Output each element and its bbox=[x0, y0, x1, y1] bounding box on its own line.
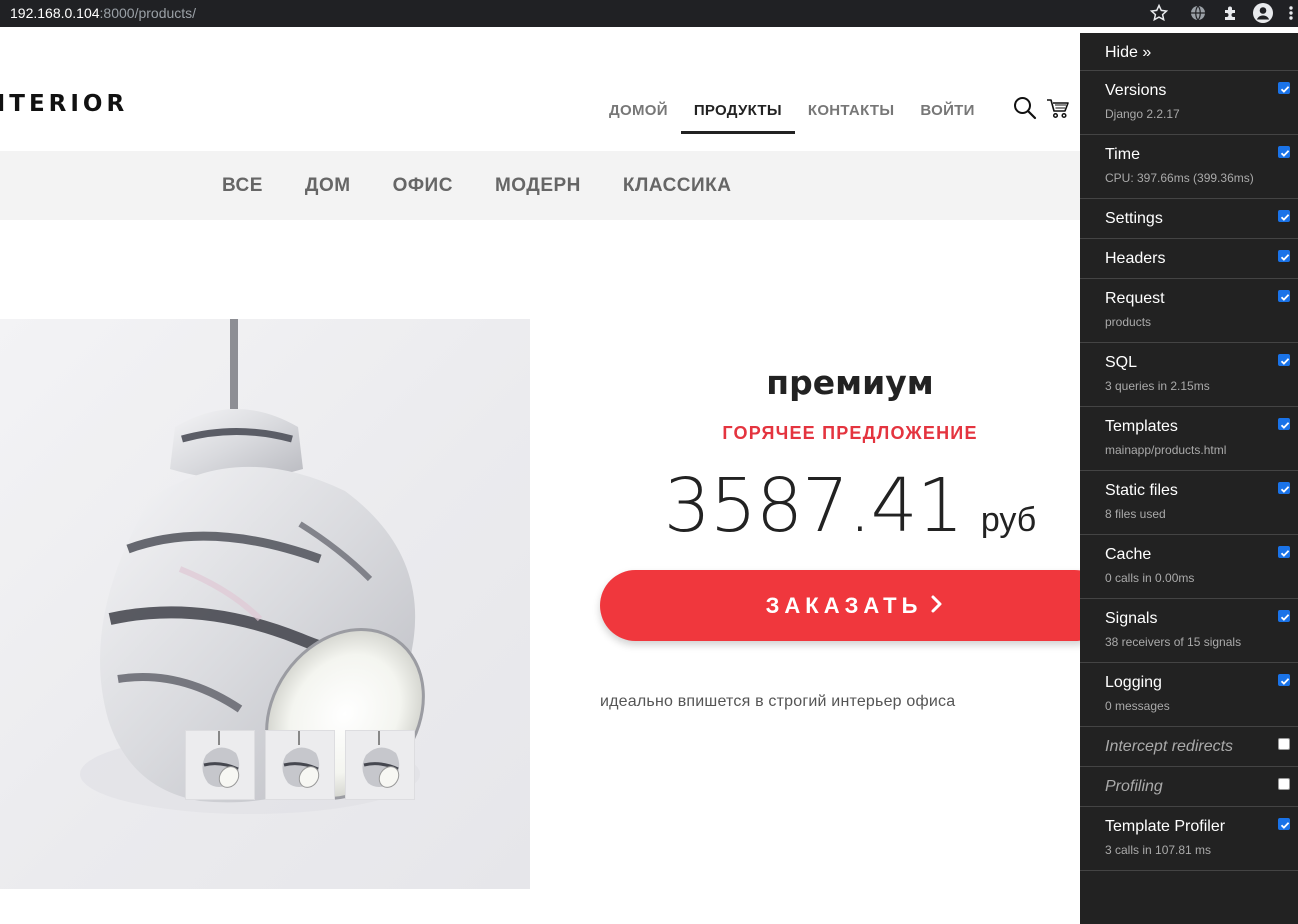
puzzle-extension-icon[interactable] bbox=[1221, 3, 1241, 23]
panel-name: Intercept redirects bbox=[1105, 738, 1234, 755]
category-bar: ВСЕ ДОМ ОФИС МОДЕРН КЛАССИКА bbox=[0, 151, 1080, 220]
panel-toggle-checkbox[interactable] bbox=[1278, 146, 1290, 158]
cart-icon[interactable] bbox=[1045, 95, 1071, 121]
panel-settings[interactable]: Settings bbox=[1080, 199, 1298, 239]
account-icon[interactable] bbox=[1252, 2, 1274, 24]
product-image bbox=[0, 319, 530, 889]
panel-subtitle: 8 files used bbox=[1105, 507, 1166, 521]
panel-toggle-checkbox[interactable] bbox=[1278, 818, 1290, 830]
panel-subtitle: products bbox=[1105, 315, 1152, 329]
panel-name: Signals bbox=[1105, 610, 1158, 627]
product-thumbnail-3[interactable] bbox=[345, 730, 415, 800]
panel-name: Cache bbox=[1105, 546, 1152, 563]
panel-subtitle: CPU: 397.66ms (399.36ms) bbox=[1105, 171, 1254, 185]
chevron-right-icon bbox=[930, 590, 944, 621]
panel-static-files[interactable]: Static files 8 files used bbox=[1080, 471, 1298, 535]
panel-toggle-checkbox[interactable] bbox=[1278, 610, 1290, 622]
more-vert-icon[interactable] bbox=[1286, 3, 1296, 23]
panel-signals[interactable]: Signals 38 receivers of 15 signals bbox=[1080, 599, 1298, 663]
lamp-illustration bbox=[80, 319, 425, 814]
panel-logging[interactable]: Logging 0 messages bbox=[1080, 663, 1298, 727]
url-path: :8000/products/ bbox=[99, 5, 197, 21]
panel-name: Request bbox=[1105, 290, 1165, 307]
price-currency: руб bbox=[980, 501, 1037, 539]
panel-request[interactable]: Request products bbox=[1080, 279, 1298, 343]
panel-toggle-checkbox[interactable] bbox=[1278, 778, 1290, 790]
panel-templates[interactable]: Templates mainapp/products.html bbox=[1080, 407, 1298, 471]
panel-name: Templates bbox=[1105, 418, 1178, 435]
panel-toggle-checkbox[interactable] bbox=[1278, 738, 1290, 750]
panel-name: Settings bbox=[1105, 210, 1163, 227]
category-home[interactable]: ДОМ bbox=[284, 175, 372, 197]
url-field[interactable]: 192.168.0.104:8000/products/ bbox=[10, 5, 196, 21]
panel-toggle-checkbox[interactable] bbox=[1278, 82, 1290, 94]
url-host: 192.168.0.104 bbox=[10, 5, 100, 21]
panel-subtitle: 3 queries in 2.15ms bbox=[1105, 379, 1210, 393]
panel-subtitle: 38 receivers of 15 signals bbox=[1105, 635, 1242, 649]
globe-icon[interactable] bbox=[1188, 3, 1208, 23]
panel-toggle-checkbox[interactable] bbox=[1278, 290, 1290, 302]
product-thumbnail-1[interactable] bbox=[185, 730, 255, 800]
site-logo[interactable]: NTERIOR bbox=[0, 91, 128, 117]
category-modern[interactable]: МОДЕРН bbox=[474, 175, 602, 197]
price-value: 3587.41 bbox=[663, 463, 964, 549]
product-thumbnail-2[interactable] bbox=[265, 730, 335, 800]
panel-name: Versions bbox=[1105, 82, 1167, 99]
category-classic[interactable]: КЛАССИКА bbox=[602, 175, 753, 197]
panel-headers[interactable]: Headers bbox=[1080, 239, 1298, 279]
category-all[interactable]: ВСЕ bbox=[201, 175, 284, 197]
panel-time[interactable]: Time CPU: 397.66ms (399.36ms) bbox=[1080, 135, 1298, 199]
product-price: 3587.41 руб bbox=[600, 463, 1080, 549]
search-icon[interactable] bbox=[1012, 95, 1038, 121]
panel-toggle-checkbox[interactable] bbox=[1278, 418, 1290, 430]
main-nav: ДОМОЙ ПРОДУКТЫ КОНТАКТЫ ВОЙТИ bbox=[596, 93, 988, 134]
product-title: премиум bbox=[766, 363, 934, 402]
debug-toolbar: Hide » Versions Django 2.2.17 Time CPU: … bbox=[1080, 33, 1298, 924]
nav-contacts[interactable]: КОНТАКТЫ bbox=[795, 93, 907, 134]
order-button-label: ЗАКАЗАТЬ bbox=[765, 592, 923, 618]
panel-name: Static files bbox=[1105, 482, 1178, 499]
panel-versions[interactable]: Versions Django 2.2.17 bbox=[1080, 71, 1298, 135]
site-page: NTERIOR ДОМОЙ ПРОДУКТЫ КОНТАКТЫ ВОЙТИ ВС… bbox=[0, 33, 1080, 924]
nav-login[interactable]: ВОЙТИ bbox=[907, 93, 987, 134]
panel-toggle-checkbox[interactable] bbox=[1278, 250, 1290, 262]
panel-toggle-checkbox[interactable] bbox=[1278, 546, 1290, 558]
panel-subtitle: Django 2.2.17 bbox=[1105, 107, 1180, 121]
nav-home[interactable]: ДОМОЙ bbox=[596, 93, 681, 134]
panel-subtitle: 3 calls in 107.81 ms bbox=[1105, 843, 1212, 857]
category-office[interactable]: ОФИС bbox=[372, 175, 474, 197]
nav-products[interactable]: ПРОДУКТЫ bbox=[680, 93, 795, 134]
panel-intercept-redirects[interactable]: Intercept redirects bbox=[1080, 727, 1298, 767]
browser-address-bar: 192.168.0.104:8000/products/ bbox=[0, 0, 1298, 27]
panel-subtitle: 0 calls in 0.00ms bbox=[1105, 571, 1195, 585]
panel-template-profiler[interactable]: Template Profiler 3 calls in 107.81 ms bbox=[1080, 807, 1298, 871]
panel-toggle-checkbox[interactable] bbox=[1278, 354, 1290, 366]
category-menu: ВСЕ ДОМ ОФИС МОДЕРН КЛАССИКА bbox=[201, 151, 753, 220]
hot-offer-badge: ГОРЯЧЕЕ ПРЕДЛОЖЕНИЕ bbox=[722, 423, 978, 443]
product-description: идеально впишется в строгий интерьер офи… bbox=[600, 693, 956, 710]
panel-subtitle: mainapp/products.html bbox=[1105, 443, 1227, 457]
panel-toggle-checkbox[interactable] bbox=[1278, 674, 1290, 686]
hide-toolbar-link[interactable]: Hide » bbox=[1080, 33, 1298, 71]
panel-name: Profiling bbox=[1105, 778, 1163, 795]
panel-sql[interactable]: SQL 3 queries in 2.15ms bbox=[1080, 343, 1298, 407]
panel-name: Headers bbox=[1105, 250, 1166, 267]
panel-toggle-checkbox[interactable] bbox=[1278, 482, 1290, 494]
panel-profiling[interactable]: Profiling bbox=[1080, 767, 1298, 807]
panel-name: Template Profiler bbox=[1105, 818, 1226, 835]
panel-toggle-checkbox[interactable] bbox=[1278, 210, 1290, 222]
panel-name: Logging bbox=[1105, 674, 1162, 691]
star-icon[interactable] bbox=[1149, 3, 1169, 23]
order-button[interactable]: ЗАКАЗАТЬ bbox=[600, 570, 1080, 641]
panel-subtitle: 0 messages bbox=[1105, 699, 1170, 713]
panel-name: Time bbox=[1105, 146, 1140, 163]
panel-name: SQL bbox=[1105, 354, 1138, 371]
panel-cache[interactable]: Cache 0 calls in 0.00ms bbox=[1080, 535, 1298, 599]
